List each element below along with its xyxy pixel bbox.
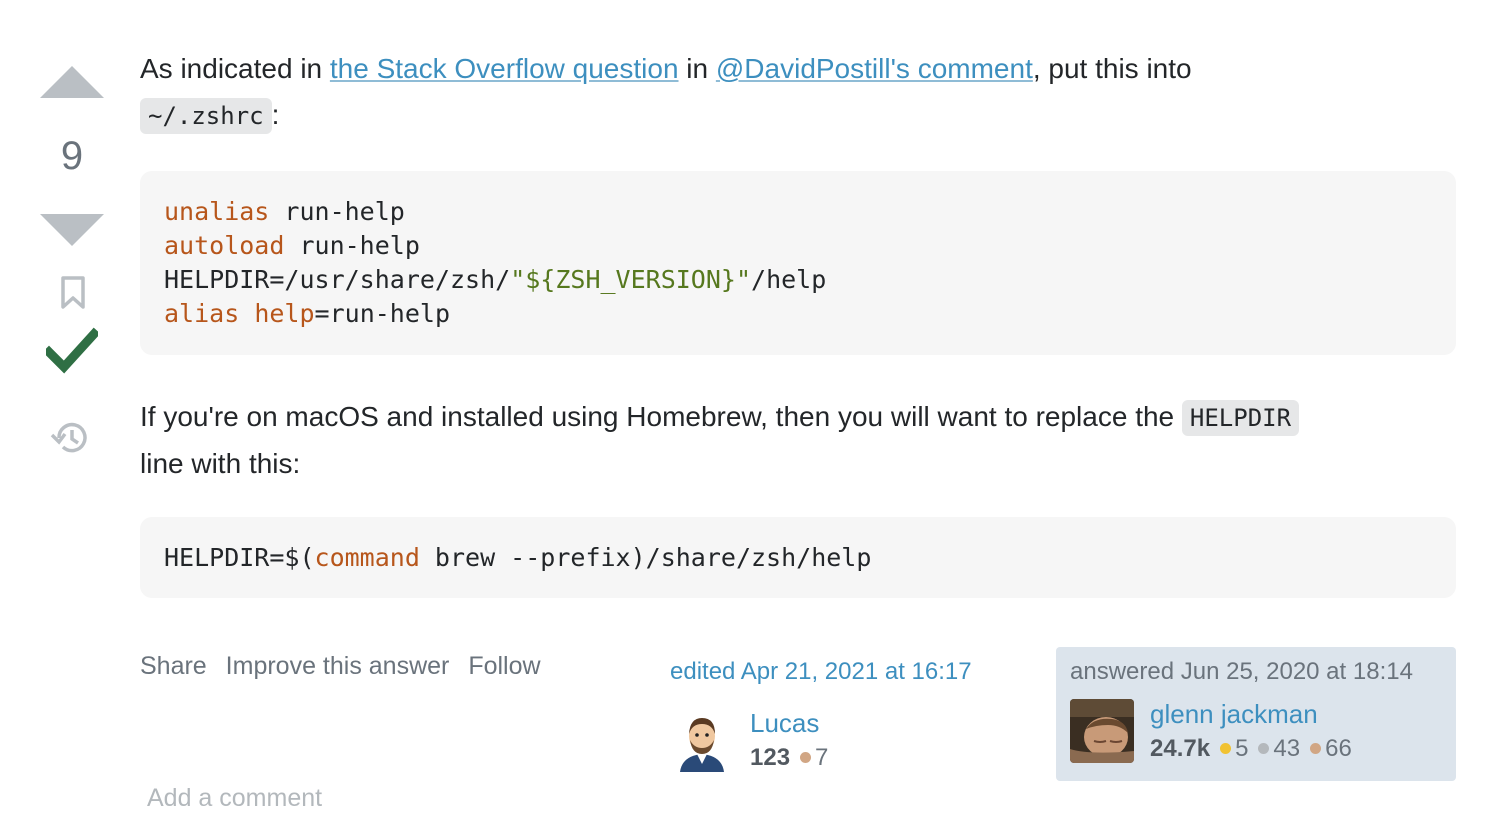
bronze-badge-icon	[1310, 742, 1322, 754]
avatar[interactable]	[670, 708, 734, 772]
improve-answer-link[interactable]: Improve this answer	[226, 652, 450, 680]
gold-badge-count: 5	[1235, 735, 1249, 762]
code-string: "${ZSH_VERSION}"	[510, 265, 752, 294]
code-block-homebrew: HELPDIR=$(command brew --prefix)/share/z…	[140, 517, 1456, 598]
vote-count: 9	[60, 134, 84, 178]
inline-code-helpdir: HELPDIR	[1181, 400, 1300, 436]
code-text: run-help	[269, 197, 405, 226]
answer-body: As indicated in the Stack Overflow quest…	[140, 46, 1456, 139]
code-keyword: help	[254, 299, 315, 328]
edited-timestamp-link[interactable]: edited Apr 21, 2021 at 16:17	[670, 658, 1050, 686]
code-line: autoload run-help	[164, 229, 1432, 263]
upvote-button[interactable]	[40, 66, 104, 98]
code-line: unalias run-help	[164, 195, 1432, 229]
answered-timestamp-link[interactable]: answered Jun 25, 2020 at 18:14	[1070, 658, 1413, 686]
bronze-badge-icon	[800, 751, 812, 763]
code-text: HELPDIR=$(	[164, 543, 315, 572]
code-text: HELPDIR=/usr/share/zsh/	[164, 265, 511, 294]
code-text: =run-help	[314, 299, 451, 328]
code-text: brew --prefix)/share/zsh/help	[419, 543, 872, 572]
silver-badge-count: 43	[1273, 735, 1301, 762]
text: :	[271, 99, 280, 130]
text: in	[678, 53, 716, 84]
code-block-zshrc: unalias run-help autoload run-help HELPDIR…	[140, 171, 1456, 355]
owner-username-link[interactable]: glenn jackman	[1150, 699, 1318, 730]
gold-badge-icon	[1220, 742, 1232, 754]
share-link[interactable]: Share	[140, 652, 207, 680]
code-keyword: unalias	[164, 197, 270, 226]
paragraph-2: If you're on macOS and installed using H…	[140, 394, 1456, 487]
bronze-badge-count: 66	[1325, 735, 1352, 762]
reputation-score: 24.7k	[1150, 735, 1211, 762]
stack-overflow-question-link[interactable]: the Stack Overflow question	[330, 53, 679, 84]
follow-link[interactable]: Follow	[468, 652, 540, 680]
silver-badge-icon	[1258, 742, 1270, 754]
editor-username-link[interactable]: Lucas	[750, 708, 819, 739]
paragraph-1: As indicated in the Stack Overflow quest…	[140, 46, 1456, 139]
owner-reputation: 24.7k 5 43 66	[1150, 735, 1352, 763]
owner-signature: answered Jun 25, 2020 at 18:14 glenn jac…	[1056, 647, 1456, 781]
reputation-score: 123	[750, 744, 791, 771]
text: line with this:	[140, 448, 301, 479]
comment-link[interactable]: @DavidPostill's comment	[716, 53, 1033, 84]
history-icon[interactable]	[50, 418, 92, 458]
add-comment-link[interactable]: Add a comment	[147, 784, 322, 813]
text: , put this into	[1032, 53, 1192, 84]
bronze-badge-count: 7	[815, 744, 829, 771]
code-line: alias help=run-help	[164, 297, 1432, 331]
text: If you're on macOS and installed using H…	[140, 401, 1182, 432]
code-text: run-help	[284, 231, 420, 260]
downvote-button[interactable]	[40, 214, 104, 246]
code-line: HELPDIR=/usr/share/zsh/"${ZSH_VERSION}"/…	[164, 263, 1432, 297]
inline-code-zshrc: ~/.zshrc	[140, 98, 272, 134]
code-keyword: autoload	[164, 231, 285, 260]
code-text: /help	[751, 265, 827, 294]
accepted-check-icon	[46, 327, 98, 374]
bookmark-icon[interactable]	[60, 276, 86, 310]
text: As indicated in	[140, 53, 330, 84]
editor-reputation: 123 7	[750, 744, 828, 772]
code-keyword: alias	[164, 299, 240, 328]
post-menu: Share Improve this answer Follow	[140, 652, 553, 681]
avatar[interactable]	[1070, 699, 1134, 763]
code-keyword: command	[314, 543, 420, 572]
editor-signature: edited Apr 21, 2021 at 16:17 Lucas 123 7	[670, 658, 1050, 772]
